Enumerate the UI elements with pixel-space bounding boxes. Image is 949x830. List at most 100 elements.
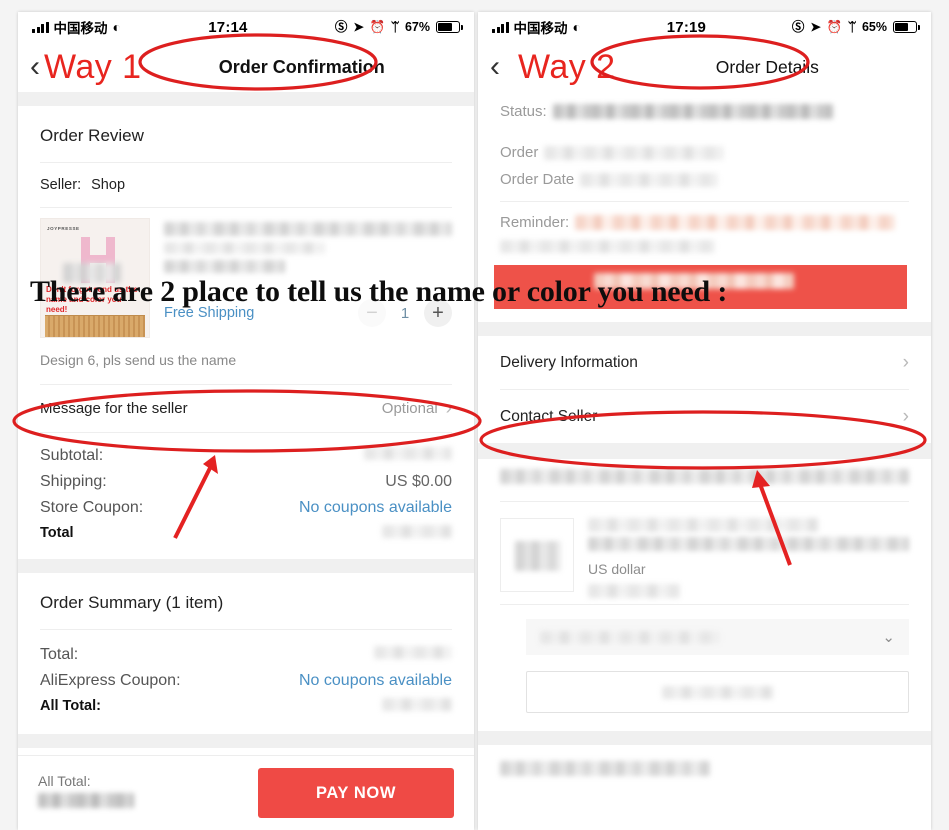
nav-bar-right: ‹ Way 2 Order Details [478,42,931,92]
wifi-icon: ◐ [112,19,121,35]
battery-percent-label: 67% [404,19,430,34]
bluetooth-icon: ᛠ [391,19,399,34]
annotation-overlay-text: There are 2 place to tell us the name or… [30,275,728,308]
order-item-info: US dollar [588,518,909,598]
redacted-thumbnail-image [515,541,561,571]
carrier-label: 中国移动 [53,21,108,36]
contact-seller-row[interactable]: Contact Seller › [500,390,909,443]
order-date-row: Order Date [500,166,909,193]
order-item-controls: ⌄ [500,605,909,713]
order-summary-card: Order Summary (1 item) Total: AliExpress… [18,573,474,734]
order-footer-card [478,745,931,781]
page-title: Order Details [715,56,819,77]
phone-panel-way1: 中国移动 ◐ 17:14 Ⓢ ➤ ⏰ ᛠ 67% ‹ Way 1 Order C… [18,12,474,830]
redacted-summary-total [374,646,452,659]
reminder-row: Reminder: [500,202,909,236]
summary-label: All Total: [40,698,101,714]
chevron-left-icon[interactable]: ‹ [30,52,40,82]
variant-note: Design 6, pls send us the name [40,352,237,368]
redacted-product-title-line2 [164,242,326,254]
pink-letter-crossbar [81,255,115,263]
order-date-label: Order Date [500,171,575,188]
summary-row-coupon[interactable]: AliExpress Coupon: No coupons available [40,668,452,694]
order-summary-heading: Order Summary (1 item) [40,593,224,612]
battery-icon [893,21,920,33]
price-label: Total [40,525,74,541]
seller-label: Seller: [40,177,82,193]
section-gap [478,731,931,745]
delivery-information-row[interactable]: Delivery Information › [500,336,909,389]
currency-note: US dollar [588,561,646,577]
redacted-reminder-line2 [500,240,715,253]
aliexpress-coupon-value[interactable]: No coupons available [299,672,452,690]
price-label: Store Coupon: [40,499,144,516]
order-review-card: Order Review Seller: Shop JOYPRESSE Don'… [18,106,474,559]
wooden-sticks-graphic [45,315,145,337]
item-dropdown[interactable]: ⌄ [526,619,909,655]
redacted-store-name [500,469,909,484]
redacted-dropdown-value [540,630,720,644]
message-for-seller-row[interactable]: Message for the seller Optional › [40,385,452,432]
price-row-total: Total [40,521,452,545]
alarm-clock-icon: ⏰ [826,19,843,34]
status-bar-left: 中国移动 ◐ 17:14 Ⓢ ➤ ⏰ ᛠ 67% [18,12,474,42]
order-actions-card: Delivery Information › Contact Seller › [478,336,931,443]
pay-total-label: All Total: [38,773,91,789]
order-summary-list: Total: AliExpress Coupon: No coupons ava… [40,630,452,734]
redacted-subtotal-value [364,447,452,460]
order-item-thumbnail[interactable] [500,518,574,592]
redacted-item-price [588,584,680,598]
price-row-shipping: Shipping: US $0.00 [40,469,452,495]
chevron-left-icon[interactable]: ‹ [490,52,500,82]
way1-annotation-label: Way 1 [44,48,142,86]
status-right-group: Ⓢ ➤ ⏰ ᛠ 67% [335,19,463,34]
status-clock: 17:19 [666,18,707,36]
redacted-button-label [661,685,774,699]
battery-icon [436,21,463,33]
store-coupon-value[interactable]: No coupons available [299,499,452,517]
carrier-label: 中国移动 [513,21,568,36]
price-label: Shipping: [40,473,107,490]
section-gap [18,559,474,573]
section-gap [478,322,931,336]
screenshot-stage: 中国移动 ◐ 17:14 Ⓢ ➤ ⏰ ᛠ 67% ‹ Way 1 Order C… [0,0,949,830]
redacted-all-total [382,698,452,711]
chevron-right-icon: › [445,398,452,419]
reminder-label: Reminder: [500,214,570,231]
redacted-status-value [552,104,833,119]
signal-bars-icon [492,21,509,33]
price-row-subtotal: Subtotal: [40,443,452,469]
order-id-row: Order [500,139,909,166]
summary-row-all-total: All Total: [40,694,452,718]
chevron-down-icon: ⌄ [882,629,895,646]
order-review-heading: Order Review [40,126,144,145]
price-label: Subtotal: [40,447,104,464]
bluetooth-icon: ᛠ [848,19,856,34]
page-title: Order Confirmation [218,56,385,77]
seller-row[interactable]: Seller: Shop [40,163,452,207]
item-action-button[interactable] [526,671,909,713]
order-item-row[interactable]: US dollar [500,502,909,604]
message-for-seller-value: Optional [381,400,438,417]
wifi-icon: ◐ [572,19,581,35]
summary-label: Total: [40,646,79,663]
status-left-group: 中国移动 ◐ [492,17,581,37]
price-row-store-coupon[interactable]: Store Coupon: No coupons available [40,495,452,521]
redacted-item-title-line1 [588,518,820,532]
redacted-footer-text [500,761,710,776]
location-arrow-icon: ➤ [353,19,364,34]
section-gap [18,92,474,106]
location-arrow-icon: ➤ [810,19,821,34]
status-right-group: Ⓢ ➤ ⏰ ᛠ 65% [791,19,920,34]
summary-row-total: Total: [40,642,452,668]
price-breakdown-list: Subtotal: Shipping: US $0.00 Store Coupo… [40,433,452,559]
redacted-product-price [164,260,285,273]
battery-percent-label: 65% [861,19,887,34]
nav-bar-left: ‹ Way 1 Order Confirmation [18,42,474,92]
redacted-total-value [382,525,452,538]
rotation-lock-icon: Ⓢ [791,19,805,34]
pay-now-button[interactable]: PAY NOW [258,768,454,818]
section-gap [18,734,474,748]
seller-text: Seller: Shop [40,177,125,193]
message-for-seller-label: Message for the seller [40,400,188,417]
